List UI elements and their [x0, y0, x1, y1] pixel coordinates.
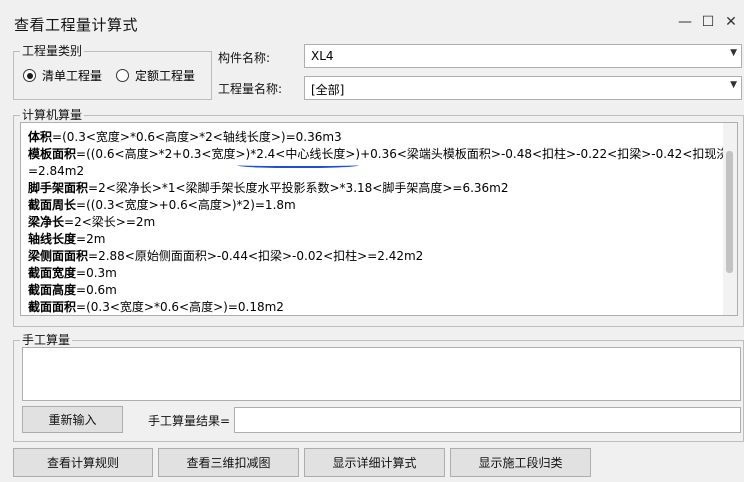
- radio-bill-quantity[interactable]: 清单工程量: [23, 67, 102, 84]
- title-bar: 查看工程量计算式 — ☐ ✕: [0, 0, 744, 44]
- calc-line: 脚手架面积=2<梁净长>*1<梁脚手架长度水平投影系数>*3.18<脚手架高度>…: [28, 181, 509, 195]
- radio-bill-label: 清单工程量: [42, 69, 103, 83]
- show-detail-button[interactable]: 显示详细计算式: [304, 448, 445, 477]
- view-3d-button[interactable]: 查看三维扣减图: [158, 448, 299, 477]
- chevron-down-icon: ▼: [730, 48, 737, 58]
- radio-quota-quantity[interactable]: 定额工程量: [116, 67, 195, 84]
- radio-quota-label: 定额工程量: [135, 69, 196, 83]
- calc-text-area[interactable]: 体积=(0.3<宽度>*0.6<高度>*2<轴线长度>)=0.36m3 模板面积…: [20, 122, 738, 316]
- calc-line: 梁侧面面积=2.88<原始侧面面积>-0.44<扣梁>-0.02<扣柱>=2.4…: [28, 249, 424, 263]
- quantity-type-legend: 工程量类别: [20, 42, 85, 59]
- quantity-name-value: [全部]: [311, 83, 345, 97]
- computer-calc-legend: 计算机算量: [20, 106, 85, 123]
- quantity-name-label: 工程量名称:: [218, 82, 283, 96]
- calc-line: 截面高度=0.6m: [28, 283, 117, 297]
- quantity-name-select[interactable]: [全部] ▼: [304, 76, 742, 100]
- scrollbar-thumb[interactable]: [726, 151, 733, 273]
- component-name-select[interactable]: XL4 ▼: [304, 44, 742, 68]
- radio-unchecked-icon: [116, 69, 129, 82]
- calc-line: 轴线长度=2m: [28, 232, 106, 246]
- calc-line: 梁净长=2<梁长>=2m: [28, 215, 156, 229]
- calc-line: 截面面积=(0.3<宽度>*0.6<高度>)=0.18m2: [28, 300, 284, 314]
- component-name-value: XL4: [311, 49, 334, 63]
- component-name-label: 构件名称:: [218, 51, 271, 65]
- chevron-down-icon: ▼: [730, 80, 737, 90]
- manual-calc-input[interactable]: [22, 347, 741, 401]
- calc-line: 体积=(0.3<宽度>*0.6<高度>*2<轴线长度>)=0.36m3: [28, 130, 342, 144]
- calc-scrollbar[interactable]: [723, 123, 737, 315]
- calc-line: 截面宽度=0.3m: [28, 266, 117, 280]
- calc-lines: 体积=(0.3<宽度>*0.6<高度>*2<轴线长度>)=0.36m3 模板面积…: [28, 129, 738, 315]
- manual-result-label: 手工算量结果=: [148, 414, 231, 428]
- manual-result-field[interactable]: [234, 407, 741, 433]
- calc-line: 截面周长=((0.3<宽度>+0.6<高度>)*2)=1.8m: [28, 198, 296, 212]
- radio-checked-icon: [23, 69, 36, 82]
- show-section-button[interactable]: 显示施工段归类: [450, 448, 591, 477]
- view-rules-button[interactable]: 查看计算规则: [13, 448, 153, 477]
- calc-line: 模板面积=((0.6<高度>*2+0.3<宽度>)*2.4<中心线长度>)+0.…: [28, 147, 738, 161]
- reinput-button[interactable]: 重新输入: [22, 406, 123, 433]
- annotation-underline: [237, 161, 359, 168]
- manual-calc-legend: 手工算量: [20, 331, 73, 348]
- calc-line: =2.84m2: [28, 164, 85, 178]
- window-title: 查看工程量计算式: [14, 16, 139, 34]
- close-icon[interactable]: ✕: [718, 10, 744, 34]
